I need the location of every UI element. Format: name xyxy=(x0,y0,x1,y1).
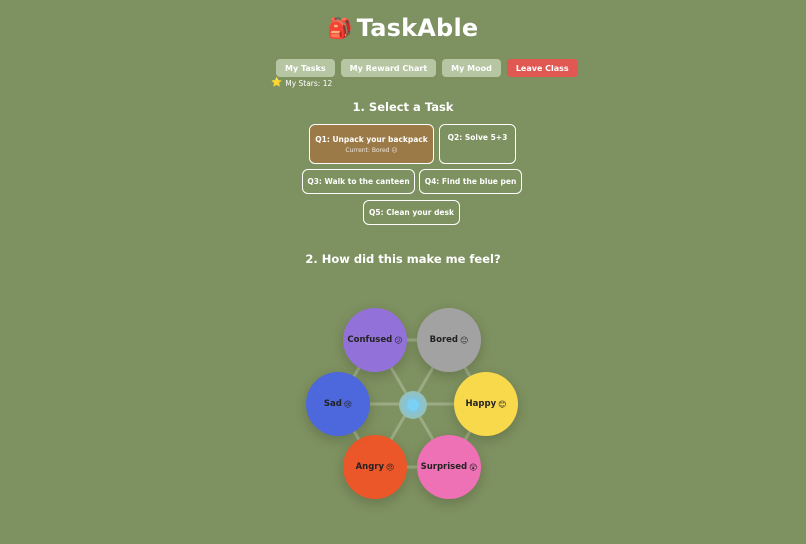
emotion-angry-label: Angry xyxy=(355,462,385,472)
task-q2[interactable]: Q2: Solve 5+3 xyxy=(439,124,516,164)
app-title-text: TaskAble xyxy=(356,14,479,42)
emotion-confused[interactable]: Confused 😕 xyxy=(343,308,407,372)
stars-counter: ⭐ My Stars: 12 xyxy=(271,78,332,88)
bored-emoji-icon: 😐 xyxy=(460,335,469,345)
emotion-angry[interactable]: Angry 😠 xyxy=(343,435,407,499)
task-q4-label: Q4: Find the blue pen xyxy=(424,177,517,186)
task-q3[interactable]: Q3: Walk to the canteen xyxy=(302,169,415,194)
task-q3-label: Q3: Walk to the canteen xyxy=(307,177,410,186)
emotion-sad-label: Sad xyxy=(323,399,342,409)
app-title: 🎒 TaskAble xyxy=(0,14,806,42)
task-q2-label: Q2: Solve 5+3 xyxy=(447,133,508,142)
my-reward-chart-button[interactable]: My Reward Chart xyxy=(340,59,437,77)
confused-emoji-icon: 😕 xyxy=(394,335,403,345)
task-q1[interactable]: Q1: Unpack your backpack Current: Bored … xyxy=(309,124,434,164)
task-q5-label: Q5: Clean your desk xyxy=(369,208,454,217)
emotion-surprised-label: Surprised xyxy=(420,462,468,472)
surprised-emoji-icon: 😲 xyxy=(469,462,478,472)
task-q5[interactable]: Q5: Clean your desk xyxy=(363,200,460,225)
angry-emoji-icon: 😠 xyxy=(386,462,395,472)
feeling-heading: 2. How did this make me feel? xyxy=(305,252,501,266)
emotion-happy-label: Happy xyxy=(465,399,497,409)
emotion-bored-label: Bored xyxy=(429,335,459,345)
my-mood-button[interactable]: My Mood xyxy=(442,59,501,77)
backpack-icon: 🎒 xyxy=(327,16,353,40)
task-q1-label: Q1: Unpack your backpack xyxy=(315,134,428,144)
emotion-wheel-center xyxy=(399,391,427,419)
happy-emoji-icon: 😊 xyxy=(498,399,507,409)
select-task-heading: 1. Select a Task xyxy=(352,100,454,114)
stars-label: My Stars: 12 xyxy=(285,78,333,88)
nav-bar: My Tasks My Reward Chart My Mood Leave C… xyxy=(276,59,578,77)
sad-emoji-icon: 😢 xyxy=(343,399,353,409)
emotion-happy[interactable]: Happy 😊 xyxy=(454,372,518,436)
emotion-surprised[interactable]: Surprised 😲 xyxy=(417,435,481,499)
emotion-bored[interactable]: Bored 😐 xyxy=(417,308,481,372)
my-tasks-button[interactable]: My Tasks xyxy=(276,59,335,77)
task-q4[interactable]: Q4: Find the blue pen xyxy=(419,169,522,194)
leave-class-button[interactable]: Leave Class xyxy=(506,59,578,77)
emotion-confused-label: Confused xyxy=(347,335,393,345)
emotion-sad[interactable]: Sad 😢 xyxy=(306,372,370,436)
task-q1-current-mood: Current: Bored 😐 xyxy=(345,146,398,154)
star-icon: ⭐ xyxy=(271,78,283,88)
center-dot xyxy=(407,399,419,411)
